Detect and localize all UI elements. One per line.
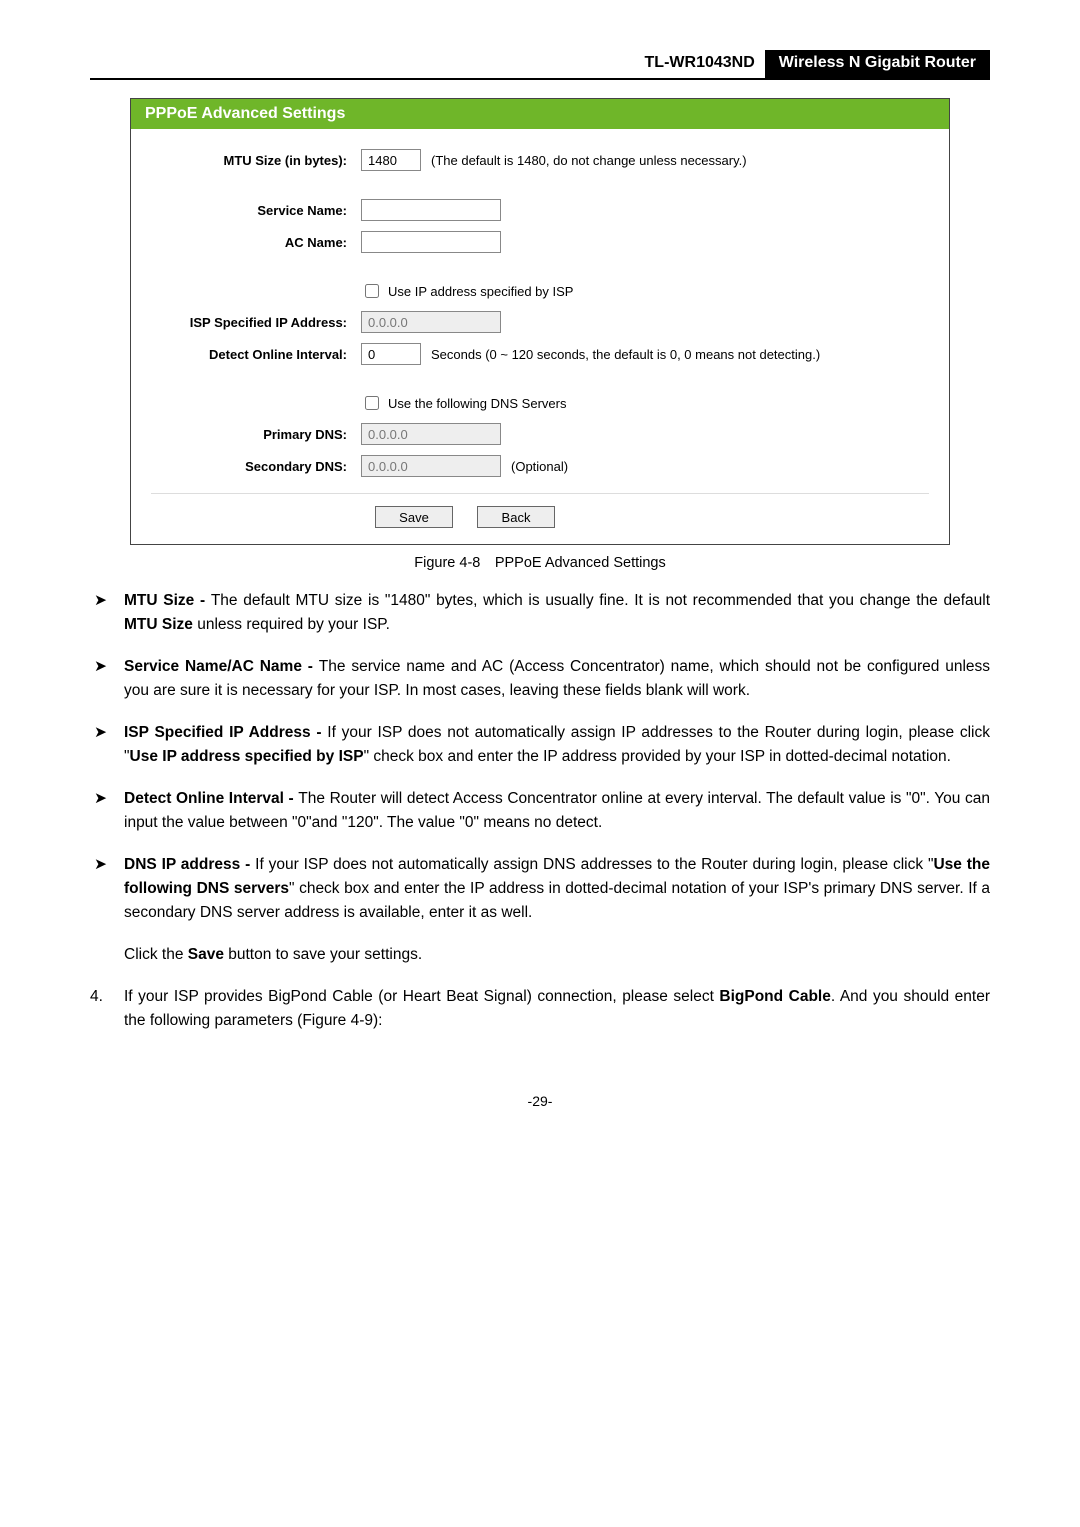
primary-dns-label: Primary DNS: bbox=[151, 427, 361, 442]
page-header: TL-WR1043ND Wireless N Gigabit Router bbox=[90, 50, 990, 80]
bullet-icon: ➤ bbox=[90, 655, 124, 703]
save-button[interactable]: Save bbox=[375, 506, 453, 528]
use-dns-checkbox[interactable] bbox=[365, 396, 379, 410]
detect-online-note: Seconds (0 ~ 120 seconds, the default is… bbox=[431, 347, 820, 362]
service-name-label: Service Name: bbox=[151, 203, 361, 218]
use-ip-checkbox[interactable] bbox=[365, 284, 379, 298]
product-badge: Wireless N Gigabit Router bbox=[765, 50, 990, 78]
settings-panel: PPPoE Advanced Settings MTU Size (in byt… bbox=[130, 98, 950, 545]
product-model: TL-WR1043ND bbox=[635, 50, 765, 78]
primary-dns-input bbox=[361, 423, 501, 445]
mtu-size-note: (The default is 1480, do not change unle… bbox=[431, 153, 747, 168]
isp-ip-input bbox=[361, 311, 501, 333]
page-number: -29- bbox=[90, 1093, 990, 1109]
optional-label: (Optional) bbox=[511, 459, 568, 474]
bullet-icon: ➤ bbox=[90, 787, 124, 835]
body-text: ➤ MTU Size - The default MTU size is "14… bbox=[90, 589, 990, 1033]
panel-title: PPPoE Advanced Settings bbox=[131, 99, 949, 129]
ac-name-label: AC Name: bbox=[151, 235, 361, 250]
isp-ip-term: ISP Specified IP Address - bbox=[124, 724, 327, 741]
use-ip-label: Use IP address specified by ISP bbox=[388, 284, 573, 299]
secondary-dns-input bbox=[361, 455, 501, 477]
detect-term: Detect Online Interval - bbox=[124, 790, 298, 807]
isp-ip-label: ISP Specified IP Address: bbox=[151, 315, 361, 330]
secondary-dns-label: Secondary DNS: bbox=[151, 459, 361, 474]
service-name-input[interactable] bbox=[361, 199, 501, 221]
figure-caption: Figure 4-8 PPPoE Advanced Settings bbox=[90, 555, 990, 571]
back-button[interactable]: Back bbox=[477, 506, 555, 528]
mtu-term: MTU Size - bbox=[124, 592, 211, 609]
service-term: Service Name/AC Name - bbox=[124, 658, 319, 675]
numbered-4: 4. bbox=[90, 985, 124, 1033]
detect-online-label: Detect Online Interval: bbox=[151, 347, 361, 362]
bullet-icon: ➤ bbox=[90, 721, 124, 769]
bullet-icon: ➤ bbox=[90, 589, 124, 637]
mtu-size-input[interactable] bbox=[361, 149, 421, 171]
ac-name-input[interactable] bbox=[361, 231, 501, 253]
detect-online-input[interactable] bbox=[361, 343, 421, 365]
mtu-size-label: MTU Size (in bytes): bbox=[151, 153, 361, 168]
dns-term: DNS IP address - bbox=[124, 856, 255, 873]
use-dns-label: Use the following DNS Servers bbox=[388, 396, 566, 411]
bullet-icon: ➤ bbox=[90, 853, 124, 925]
